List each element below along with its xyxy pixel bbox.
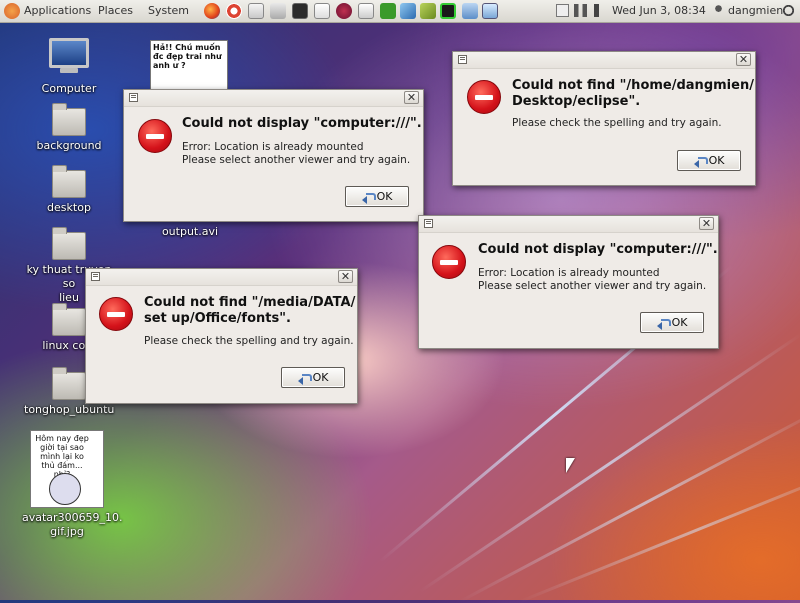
network-status-icon[interactable] — [574, 4, 587, 17]
applications-menu[interactable]: Applications — [24, 4, 91, 17]
user-switcher[interactable]: dangmien — [728, 4, 783, 17]
help-icon[interactable] — [226, 3, 242, 19]
image-thumbnail: Hôm nay đẹp giời tại sao mình lại ko thủ… — [30, 430, 104, 508]
image-icon[interactable] — [482, 3, 498, 19]
error-dialog-fonts: ✕ Could not find "/media/DATA/ set up/Of… — [85, 268, 358, 404]
computer-icon — [49, 38, 89, 73]
cartoon-face-icon — [49, 473, 81, 505]
desktop-icon-label: output.avi — [161, 225, 219, 238]
ok-arrow-icon — [656, 317, 671, 330]
dialog-title: Could not find "/media/DATA/ set up/Offi… — [144, 295, 356, 326]
home-icon[interactable] — [270, 3, 286, 19]
db-icon[interactable] — [380, 3, 396, 19]
error-dialog-eclipse: ✕ Could not find "/home/dangmien/ Deskto… — [452, 51, 756, 186]
ok-button[interactable]: OK — [677, 150, 741, 171]
dialog-titlebar[interactable]: ✕ — [453, 52, 755, 69]
window-menu-icon[interactable] — [458, 55, 467, 64]
close-button[interactable]: ✕ — [338, 270, 353, 283]
mail-indicator-icon[interactable] — [556, 4, 569, 17]
ok-button[interactable]: OK — [640, 312, 704, 333]
chip-icon[interactable] — [440, 3, 456, 19]
folder-icon — [52, 367, 86, 400]
ok-button[interactable]: OK — [281, 367, 345, 388]
desktop-icon-label: background — [36, 139, 102, 152]
terminal-icon[interactable] — [292, 3, 308, 19]
document-icon[interactable] — [358, 3, 374, 19]
desktop-icon-label: desktop — [47, 201, 91, 214]
window-menu-icon[interactable] — [129, 93, 138, 102]
wallpaper-streak — [419, 333, 800, 593]
clock[interactable]: Wed Jun 3, 08:34 — [612, 4, 706, 17]
folder-icon — [52, 303, 86, 336]
ok-button[interactable]: OK — [345, 186, 409, 207]
mail-icon[interactable] — [248, 3, 264, 19]
ubuntu-logo-icon[interactable] — [4, 3, 20, 19]
power-icon[interactable] — [782, 4, 795, 17]
desktop-icon-label: tonghop_ubuntu — [24, 403, 115, 416]
pidgin-icon[interactable] — [336, 3, 352, 19]
dialog-message: Please check the spelling and try again. — [512, 117, 722, 129]
desktop-icon-background[interactable]: background — [24, 103, 114, 153]
error-dialog-display-computer-1: ✕ Could not display "computer:///". Erro… — [123, 89, 424, 222]
ide-icon[interactable] — [462, 3, 478, 19]
dialog-message: Error: Location is already mounted Pleas… — [478, 267, 707, 292]
close-button[interactable]: ✕ — [404, 91, 419, 104]
ok-arrow-icon — [693, 155, 708, 168]
window-menu-icon[interactable] — [91, 272, 100, 281]
desktop-icon-desktop[interactable]: desktop — [24, 165, 114, 215]
dialog-title: Could not find "/home/dangmien/ Desktop/… — [512, 78, 754, 109]
firefox-icon[interactable] — [204, 3, 220, 19]
dialog-title: Could not display "computer:///". — [182, 116, 422, 131]
user-icon[interactable] — [712, 4, 725, 17]
dialog-titlebar[interactable]: ✕ — [86, 269, 357, 286]
window-menu-icon[interactable] — [424, 219, 433, 228]
mouse-cursor-icon — [566, 458, 575, 473]
ok-arrow-icon — [297, 372, 312, 385]
top-panel: Applications Places System Wed Jun 3, 08… — [0, 0, 800, 23]
error-icon — [432, 245, 466, 279]
ok-button-label: OK — [671, 316, 688, 329]
wallpaper-streak — [519, 457, 800, 603]
thumbnail-text: Hả!! Chú muốn đc đẹp trai như anh ư ? — [153, 43, 222, 70]
folder-icon — [52, 165, 86, 198]
network-icon[interactable] — [400, 3, 416, 19]
dialog-titlebar[interactable]: ✕ — [124, 90, 423, 107]
dialog-title: Could not display "computer:///". — [478, 242, 718, 257]
image-thumbnail[interactable]: Hả!! Chú muốn đc đẹp trai như anh ư ? — [150, 40, 228, 92]
ok-arrow-icon — [361, 191, 376, 204]
desktop-icon-computer[interactable]: Computer — [24, 38, 114, 96]
close-button[interactable]: ✕ — [699, 217, 714, 230]
desktop-icon-avatar[interactable]: Hôm nay đẹp giời tại sao mình lại ko thủ… — [22, 430, 123, 539]
ok-button-label: OK — [376, 190, 393, 203]
system-menu[interactable]: System — [148, 4, 189, 17]
desktop-icon-label: Computer — [41, 82, 97, 95]
folder-icon — [52, 227, 86, 260]
bookmark-icon[interactable] — [420, 3, 436, 19]
dialog-message: Error: Location is already mounted Pleas… — [182, 141, 411, 166]
desktop-icon-output[interactable]: output.avi — [145, 222, 235, 239]
ok-button-label: OK — [312, 371, 329, 384]
close-button[interactable]: ✕ — [736, 53, 751, 66]
error-icon — [99, 297, 133, 331]
error-icon — [467, 80, 501, 114]
dialog-message: Please check the spelling and try again. — [144, 335, 354, 347]
error-dialog-display-computer-2: ✕ Could not display "computer:///". Erro… — [418, 215, 719, 349]
error-icon — [138, 119, 172, 153]
folder-icon — [52, 103, 86, 136]
volume-icon[interactable] — [594, 4, 607, 17]
dialog-titlebar[interactable]: ✕ — [419, 216, 718, 233]
desktop-icon-label: avatar300659_10. gif.jpg — [22, 511, 123, 538]
places-menu[interactable]: Places — [98, 4, 133, 17]
editor-icon[interactable] — [314, 3, 330, 19]
ok-button-label: OK — [708, 154, 725, 167]
wallpaper-streak — [459, 402, 800, 603]
